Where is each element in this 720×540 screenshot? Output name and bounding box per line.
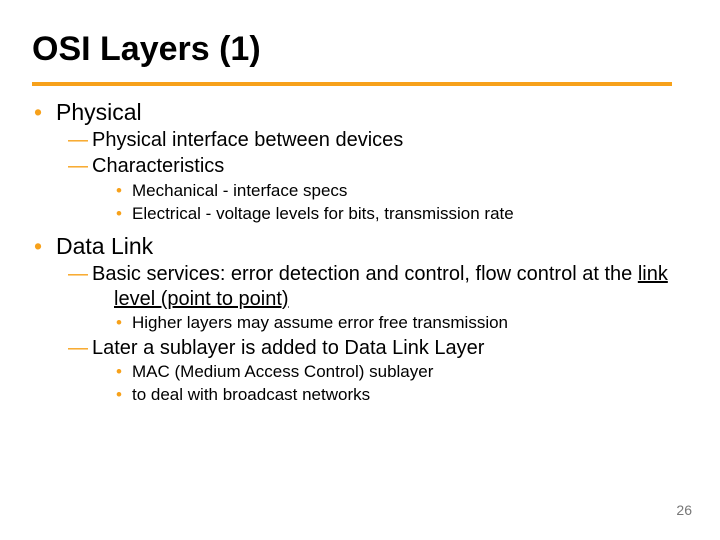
note-higher-layers: Higher layers may assume error free tran… — [32, 313, 682, 334]
bullet-datalink-text: Data Link — [56, 233, 153, 259]
note-mac-sublayer-text: MAC (Medium Access Control) sublayer — [132, 362, 433, 381]
slide-title: OSI Layers (1) — [0, 0, 720, 69]
note-mac-sublayer: MAC (Medium Access Control) sublayer — [32, 362, 682, 383]
services-before: Basic services: error detection and cont… — [92, 263, 638, 285]
bullet-datalink: Data Link — [32, 232, 682, 260]
page-number: 26 — [676, 502, 692, 518]
sub-characteristics: Characteristics — [32, 154, 682, 178]
note-broadcast-text: to deal with broadcast networks — [132, 385, 370, 404]
title-rule — [32, 82, 672, 86]
bullet-physical-text: Physical — [56, 99, 142, 125]
char-mechanical: Mechanical - interface specs — [32, 181, 682, 202]
slide: OSI Layers (1) Physical Physical interfa… — [0, 0, 720, 540]
sub-sublayer-added: Later a sublayer is added to Data Link L… — [32, 336, 682, 360]
char-electrical-text: Electrical - voltage levels for bits, tr… — [132, 204, 514, 223]
bullet-physical: Physical — [32, 98, 682, 126]
note-broadcast: to deal with broadcast networks — [32, 385, 682, 406]
note-higher-layers-text: Higher layers may assume error free tran… — [132, 313, 508, 332]
sub-basic-services: Basic services: error detection and cont… — [32, 262, 682, 311]
sub-characteristics-text: Characteristics — [92, 155, 224, 177]
sub-physical-interface: Physical interface between devices — [32, 128, 682, 152]
char-mechanical-text: Mechanical - interface specs — [132, 181, 347, 200]
sub-physical-interface-text: Physical interface between devices — [92, 129, 403, 151]
sub-sublayer-added-text: Later a sublayer is added to Data Link L… — [92, 337, 484, 359]
slide-content: Physical Physical interface between devi… — [32, 98, 682, 408]
char-electrical: Electrical - voltage levels for bits, tr… — [32, 204, 682, 225]
